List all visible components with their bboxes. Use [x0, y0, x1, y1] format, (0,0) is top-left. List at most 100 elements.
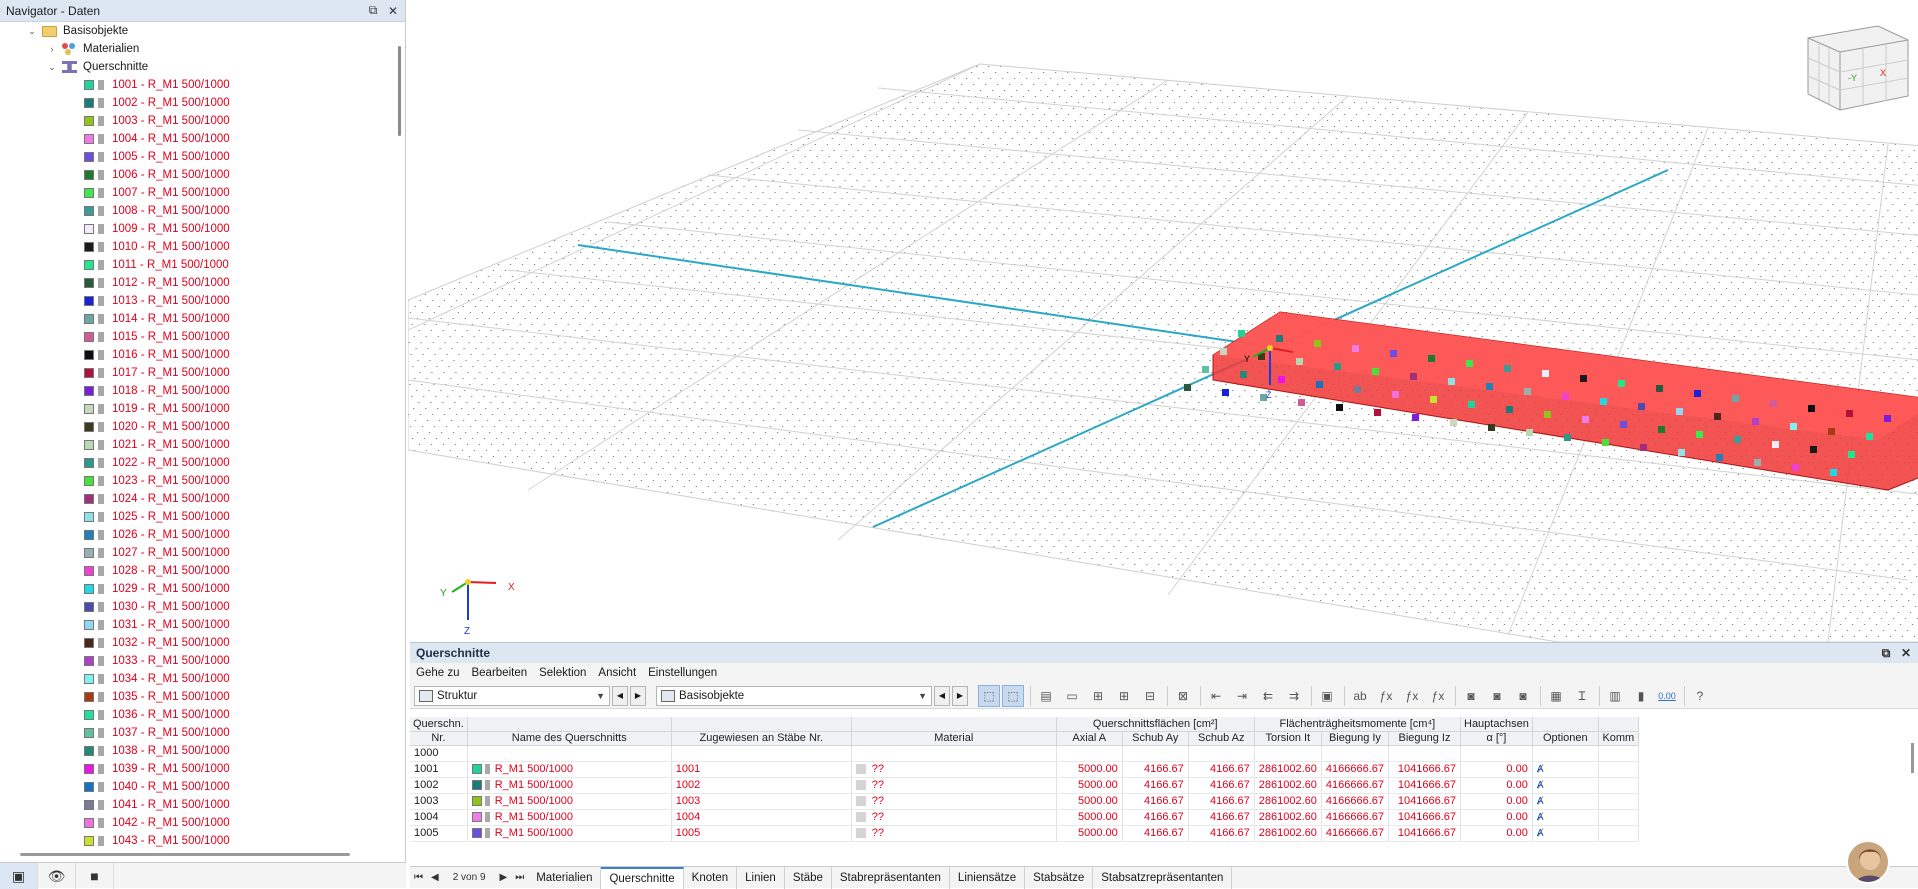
table-icon[interactable]: ▤ — [1035, 685, 1057, 707]
insert-row-icon[interactable]: ▭ — [1061, 685, 1083, 707]
delete-icon[interactable]: ⊠ — [1172, 685, 1194, 707]
section-item[interactable]: 1019 - R_M1 500/1000 — [0, 400, 391, 418]
3d-viewport[interactable]: Y Z X Y Z -Y X — [408, 0, 1918, 642]
header-options[interactable]: Optionen — [1532, 731, 1599, 746]
header-bend-z[interactable]: Biegung Iz — [1388, 731, 1461, 746]
menu-edit[interactable]: Bearbeiten — [465, 667, 533, 679]
cell-torsion[interactable] — [1254, 745, 1322, 762]
shift-right-icon[interactable]: ⇉ — [1283, 685, 1305, 707]
section-item[interactable]: 1028 - R_M1 500/1000 — [0, 562, 391, 580]
cell-axial[interactable]: 5000.00 — [1056, 825, 1123, 842]
chevron-down-icon[interactable]: ⌄ — [46, 62, 58, 73]
cell-alpha[interactable] — [1460, 745, 1533, 762]
tab-liniensätze[interactable]: Liniensätze — [950, 866, 1026, 889]
cell-alpha[interactable]: 0.00 — [1460, 809, 1533, 826]
cell-bend-y[interactable]: 4166666.67 — [1321, 761, 1390, 778]
cell-shear-y[interactable] — [1122, 745, 1189, 762]
section-item[interactable]: 1015 - R_M1 500/1000 — [0, 328, 391, 346]
copy-row-icon[interactable]: ⊟ — [1139, 685, 1161, 707]
cell-torsion[interactable]: 2861002.60 — [1254, 761, 1322, 778]
section-item[interactable]: 1032 - R_M1 500/1000 — [0, 634, 391, 652]
avatar[interactable] — [1846, 840, 1890, 884]
section-item[interactable]: 1041 - R_M1 500/1000 — [0, 796, 391, 814]
table-row[interactable]: 1000 — [410, 745, 1639, 762]
next-page-icon[interactable]: ▶ — [496, 872, 512, 883]
cell-nr[interactable]: 1003 — [410, 793, 468, 810]
remove-icon[interactable]: ⇥ — [1231, 685, 1253, 707]
cell-nr[interactable]: 1000 — [410, 745, 468, 762]
section-item[interactable]: 1007 - R_M1 500/1000 — [0, 184, 391, 202]
header-comment[interactable]: Komm — [1598, 731, 1639, 746]
camera-icon[interactable]: ■ — [76, 863, 114, 889]
tree-node-basisobjekte[interactable]: ⌄ Basisobjekte — [0, 22, 391, 40]
cell-shear-z[interactable]: 4166.67 — [1188, 761, 1255, 778]
chevron-right-icon[interactable]: › — [46, 44, 58, 54]
section-item[interactable]: 1011 - R_M1 500/1000 — [0, 256, 391, 274]
cell-comment[interactable] — [1598, 745, 1639, 762]
cell-nr[interactable]: 1005 — [410, 825, 468, 842]
tree-node-materialien[interactable]: › Materialien — [0, 40, 391, 58]
view-sync-2-icon[interactable]: ◙ — [1486, 685, 1508, 707]
shift-left-icon[interactable]: ⇇ — [1257, 685, 1279, 707]
cell-assigned[interactable]: 1003 — [671, 793, 852, 810]
view-cube[interactable]: -Y X — [1807, 25, 1909, 111]
tab-stabrepräsentanten[interactable]: Stabrepräsentanten — [832, 866, 950, 889]
section-item[interactable]: 1002 - R_M1 500/1000 — [0, 94, 391, 112]
cell-shear-z[interactable] — [1188, 745, 1255, 762]
cell-name[interactable] — [467, 745, 672, 762]
cell-options[interactable]: Ⱥ — [1532, 777, 1599, 794]
cell-options[interactable]: Ⱥ — [1532, 825, 1599, 842]
decimal-icon[interactable]: 0.00 — [1656, 685, 1678, 707]
close-icon[interactable]: ✕ — [385, 3, 401, 19]
cell-name[interactable]: R_M1 500/1000 — [467, 825, 672, 842]
cell-assigned[interactable]: 1005 — [671, 825, 852, 842]
cell-assigned[interactable]: 1002 — [671, 777, 852, 794]
header-axial[interactable]: Axial A — [1056, 731, 1123, 746]
cell-options[interactable]: Ⱥ — [1532, 761, 1599, 778]
table-vertical-scrollbar[interactable] — [1911, 743, 1914, 773]
table-row[interactable]: 1005 R_M1 500/1000 1005?? 5000.00 4166.67 416… — [410, 825, 1639, 842]
header-material[interactable]: Material — [851, 731, 1057, 746]
cell-alpha[interactable]: 0.00 — [1460, 793, 1533, 810]
section-item[interactable]: 1018 - R_M1 500/1000 — [0, 382, 391, 400]
header-torsion[interactable]: Torsion It — [1254, 731, 1322, 746]
export-icon[interactable]: ▥ — [1604, 685, 1626, 707]
chart-icon[interactable]: ▮ — [1630, 685, 1652, 707]
cell-name[interactable]: R_M1 500/1000 — [467, 809, 672, 826]
section-item[interactable]: 1029 - R_M1 500/1000 — [0, 580, 391, 598]
add-row-icon[interactable]: ⊞ — [1087, 685, 1109, 707]
cell-name[interactable]: R_M1 500/1000 — [467, 777, 672, 794]
last-page-icon[interactable]: ⏭ — [511, 872, 528, 883]
header-nr-2[interactable]: Nr. — [410, 731, 468, 746]
menu-goto[interactable]: Gehe zu — [410, 667, 465, 679]
table-row[interactable]: 1004 R_M1 500/1000 1004?? 5000.00 4166.67 416… — [410, 809, 1639, 826]
section-item[interactable]: 1009 - R_M1 500/1000 — [0, 220, 391, 238]
cell-bend-z[interactable]: 1041666.67 — [1388, 793, 1461, 810]
tab-stabsatzrepräsentanten[interactable]: Stabsatzrepräsentanten — [1093, 866, 1233, 889]
section-item[interactable]: 1003 - R_M1 500/1000 — [0, 112, 391, 130]
section-item[interactable]: 1042 - R_M1 500/1000 — [0, 814, 391, 832]
data-navigator-icon[interactable]: ▣ — [0, 863, 38, 889]
section-item[interactable]: 1027 - R_M1 500/1000 — [0, 544, 391, 562]
section-item[interactable]: 1014 - R_M1 500/1000 — [0, 310, 391, 328]
tree-node-querschnitte[interactable]: ⌄ Querschnitte — [0, 58, 391, 76]
select-icon[interactable]: ⬚ — [978, 684, 1000, 707]
cell-nr[interactable]: 1004 — [410, 809, 468, 826]
header-name[interactable]: Name des Querschnitts — [467, 731, 672, 746]
cell-material[interactable]: ?? — [851, 761, 1057, 778]
tab-materialien[interactable]: Materialien — [528, 866, 602, 889]
object-type-dropdown[interactable]: Basisobjekte ▼ — [656, 685, 932, 706]
cell-axial[interactable]: 5000.00 — [1056, 793, 1123, 810]
cell-assigned[interactable] — [671, 745, 852, 762]
cell-alpha[interactable]: 0.00 — [1460, 777, 1533, 794]
section-item[interactable]: 1020 - R_M1 500/1000 — [0, 418, 391, 436]
cell-shear-y[interactable]: 4166.67 — [1122, 825, 1189, 842]
section-item[interactable]: 1004 - R_M1 500/1000 — [0, 130, 391, 148]
cell-material[interactable]: ?? — [851, 825, 1057, 842]
horizontal-scrollbar[interactable] — [20, 853, 350, 856]
cell-bend-z[interactable]: 1041666.67 — [1388, 825, 1461, 842]
table-row[interactable]: 1003 R_M1 500/1000 1003?? 5000.00 4166.67 416… — [410, 793, 1639, 810]
section-item[interactable]: 1005 - R_M1 500/1000 — [0, 148, 391, 166]
cell-options[interactable]: Ⱥ — [1532, 809, 1599, 826]
cell-bend-y[interactable]: 4166666.67 — [1321, 809, 1390, 826]
